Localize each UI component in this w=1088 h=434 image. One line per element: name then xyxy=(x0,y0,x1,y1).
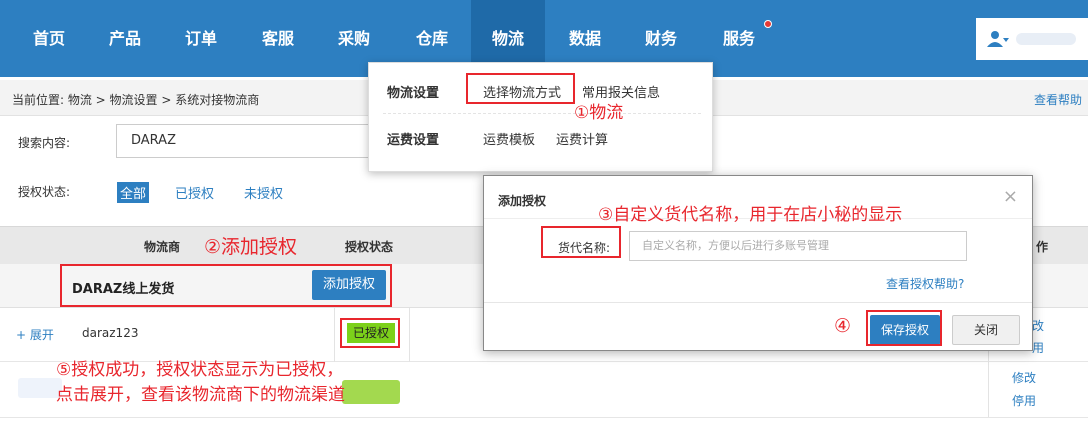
help-link[interactable]: 查看帮助 xyxy=(1034,91,1082,108)
annotation-5-line-1: ⑤授权成功，授权状态显示为已授权， xyxy=(56,360,344,380)
column-divider xyxy=(334,308,335,362)
annotation-3: ③自定义货代名称，用于在店小秘的显示 xyxy=(598,205,903,225)
dropdown-divider xyxy=(383,113,701,114)
filter-unauthorized[interactable]: 未授权 xyxy=(244,183,283,202)
header-operations: 作 xyxy=(1036,240,1049,254)
auth-help-link[interactable]: 查看授权帮助? xyxy=(886,275,964,292)
column-divider xyxy=(409,308,410,362)
annotation-1: ①物流 xyxy=(574,103,624,123)
header-carrier: 物流商 xyxy=(144,240,181,254)
dropdown-group-title: 运费设置 xyxy=(387,133,440,148)
status-badge-blurred xyxy=(342,380,400,404)
nav-item-customer-service[interactable]: 客服 xyxy=(241,0,315,77)
annotation-4: ④ xyxy=(834,315,852,337)
search-label: 搜索内容: xyxy=(18,136,71,150)
user-icon xyxy=(986,30,1010,48)
highlight-save-button xyxy=(866,310,942,346)
nav-item-home[interactable]: 首页 xyxy=(12,0,86,77)
highlight-select-logistics xyxy=(466,73,575,104)
username-blurred xyxy=(1016,33,1076,45)
close-icon[interactable]: × xyxy=(1003,186,1018,207)
menu-item-freight-template[interactable]: 运费模板 xyxy=(483,129,535,148)
dropdown-group-title: 物流设置 xyxy=(387,86,440,101)
notification-dot xyxy=(764,20,772,28)
filter-authorized[interactable]: 已授权 xyxy=(175,183,214,202)
nav-item-orders[interactable]: 订单 xyxy=(164,0,238,77)
disable-link[interactable]: 用 xyxy=(1032,339,1044,356)
annotation-2: ②添加授权 xyxy=(204,236,298,258)
modal-title: 添加授权 xyxy=(498,194,547,208)
header-auth-status: 授权状态 xyxy=(345,240,394,254)
highlight-forwarder-label xyxy=(541,226,621,258)
forwarder-name-input[interactable]: 自定义名称，方便以后进行多账号管理 xyxy=(629,231,967,261)
breadcrumb: 当前位置: 物流 > 物流设置 > 系统对接物流商 xyxy=(12,93,260,107)
filter-all[interactable]: 全部 xyxy=(117,182,150,203)
nav-item-products[interactable]: 产品 xyxy=(88,0,162,77)
auth-filter-label: 授权状态: xyxy=(18,185,71,199)
edit-link[interactable]: 修改 xyxy=(1012,369,1036,386)
search-input[interactable]: DARAZ xyxy=(116,124,376,158)
disable-link[interactable]: 停用 xyxy=(1012,392,1036,409)
annotation-5-line-2: 点击展开，查看该物流商下的物流渠道 xyxy=(56,385,345,405)
close-button[interactable]: 关闭 xyxy=(952,315,1020,345)
edit-link[interactable]: 改 xyxy=(1032,317,1044,334)
expand-link[interactable]: + 展开 xyxy=(16,326,54,343)
user-menu[interactable] xyxy=(976,18,1088,60)
highlight-status xyxy=(340,318,400,348)
highlight-add-authorization xyxy=(60,264,392,307)
modal-divider xyxy=(484,302,1032,303)
nav-item-services[interactable]: 服务 xyxy=(702,0,776,77)
account-name: daraz123 xyxy=(82,326,139,340)
menu-item-freight-calc[interactable]: 运费计算 xyxy=(556,129,608,148)
